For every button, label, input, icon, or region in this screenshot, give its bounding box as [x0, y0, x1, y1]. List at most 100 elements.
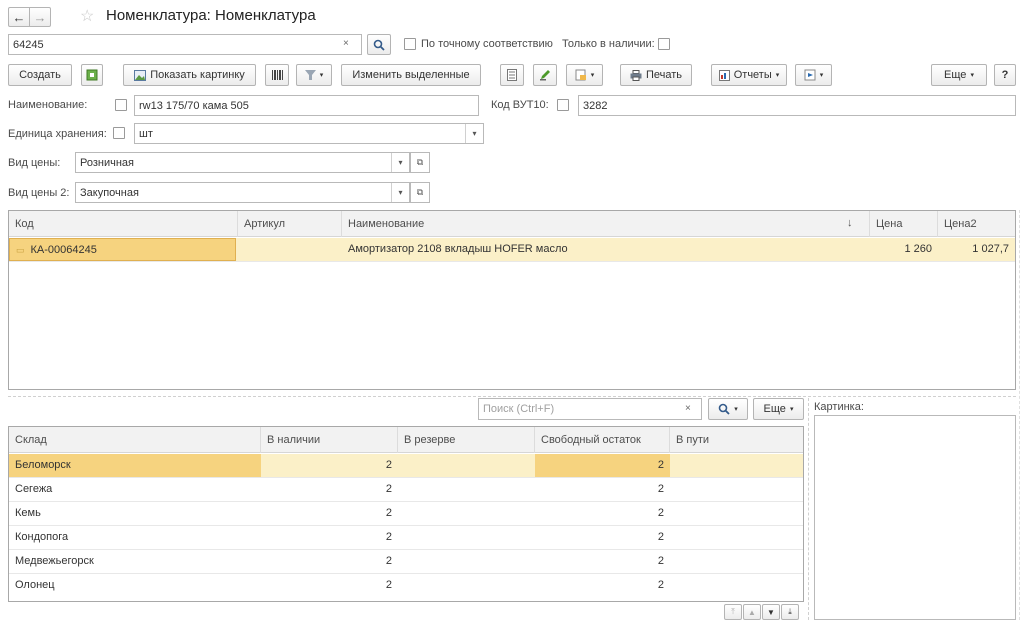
table-cell-transit[interactable] [670, 574, 803, 597]
table-cell-in-stock[interactable]: 2 [261, 454, 398, 477]
unit-checkbox[interactable] [113, 127, 125, 139]
edit-selected-button[interactable]: Изменить выделенные [341, 64, 481, 86]
column-header-reserved[interactable]: В резерве [398, 427, 535, 453]
unit-dropdown-button[interactable]: ▾ [465, 124, 483, 143]
column-header-article[interactable]: Артикул [238, 211, 342, 237]
table-cell-transit[interactable] [670, 526, 803, 549]
price-type2-dropdown-button[interactable]: ▾ [391, 183, 409, 202]
search-input[interactable]: 64245 [8, 34, 362, 55]
price-type-dropdown-button[interactable]: ▾ [391, 153, 409, 172]
price-type2-open-button[interactable]: ⧉ [410, 182, 430, 203]
table-row[interactable]: Кондопога 2 2 [9, 526, 803, 550]
scroll-down-button[interactable]: ▼ [762, 604, 780, 620]
table-cell-free[interactable]: 2 [535, 502, 670, 525]
table-cell-transit[interactable] [670, 550, 803, 573]
table-cell-in-stock[interactable]: 2 [261, 502, 398, 525]
stock-search-input[interactable]: Поиск (Ctrl+F) [478, 398, 702, 420]
table-row[interactable]: Олонец 2 2 [9, 574, 803, 598]
price-type-open-button[interactable]: ⧉ [410, 152, 430, 173]
table-cell-in-stock[interactable]: 2 [261, 478, 398, 501]
name-field[interactable]: rw13 175/70 кама 505 [134, 95, 479, 116]
column-header-free[interactable]: Свободный остаток [535, 427, 670, 453]
table-cell-warehouse[interactable]: Сегежа [9, 478, 261, 501]
document-button[interactable]: ▾ [566, 64, 603, 86]
clear-stock-search-icon[interactable]: × [685, 403, 691, 414]
vertical-splitter[interactable] [808, 398, 809, 620]
table-row[interactable]: ▭ КА-00064245 Амортизатор 2108 вкладыш HO… [9, 238, 1015, 262]
copy-button[interactable] [81, 64, 103, 86]
more-button[interactable]: Еще ▾ [931, 64, 987, 86]
create-button[interactable]: Создать [8, 64, 72, 86]
table-row[interactable]: Медвежьегорск 2 2 [9, 550, 803, 574]
scroll-first-button[interactable]: ⤒ [724, 604, 742, 620]
items-table[interactable]: Код Артикул Наименование ↓ Цена Цена2 ▭ К… [8, 210, 1016, 390]
table-cell-warehouse[interactable]: Олонец [9, 574, 261, 597]
table-cell-transit[interactable] [670, 502, 803, 525]
table-cell-warehouse[interactable]: Кондопога [9, 526, 261, 549]
table-row[interactable]: Сегежа 2 2 [9, 478, 803, 502]
print-button[interactable]: Печать [620, 64, 692, 86]
table-cell-warehouse[interactable]: Медвежьегорск [9, 550, 261, 573]
stock-search-button[interactable]: ▾ [708, 398, 748, 420]
panel-splitter[interactable] [8, 396, 1016, 397]
forward-button[interactable]: → [29, 7, 51, 27]
image-area[interactable] [814, 415, 1016, 620]
table-cell-code[interactable]: ▭ КА-00064245 [9, 238, 236, 261]
table-cell-price[interactable]: 1 260 [870, 238, 938, 261]
column-header-price[interactable]: Цена [870, 211, 938, 237]
unit-field[interactable]: шт [134, 123, 484, 144]
show-image-button[interactable]: Показать картинку [123, 64, 256, 86]
table-cell-in-stock[interactable]: 2 [261, 526, 398, 549]
table-cell-free[interactable]: 2 [535, 526, 670, 549]
table-cell-free[interactable]: 2 [535, 550, 670, 573]
column-header-name[interactable]: Наименование [342, 211, 870, 237]
table-cell-reserved[interactable] [398, 550, 535, 573]
table-cell-reserved[interactable] [398, 454, 535, 477]
table-cell-transit[interactable] [670, 454, 803, 477]
column-header-price2[interactable]: Цена2 [938, 211, 1015, 237]
table-cell-in-stock[interactable]: 2 [261, 550, 398, 573]
table-cell-article[interactable] [238, 238, 342, 261]
name-checkbox[interactable] [115, 99, 127, 111]
price-type-field[interactable]: Розничная [75, 152, 410, 173]
list-button[interactable] [500, 64, 524, 86]
column-header-code[interactable]: Код [9, 211, 238, 237]
table-cell-transit[interactable] [670, 478, 803, 501]
code-checkbox[interactable] [557, 99, 569, 111]
star-icon[interactable]: ☆ [80, 6, 94, 26]
table-cell-free[interactable]: 2 [535, 454, 670, 477]
table-cell-free[interactable]: 2 [535, 574, 670, 597]
table-cell-reserved[interactable] [398, 574, 535, 597]
table-cell-warehouse[interactable]: Кемь [9, 502, 261, 525]
column-header-transit[interactable]: В пути [670, 427, 803, 453]
column-header-warehouse[interactable]: Склад [9, 427, 261, 453]
code-field[interactable]: 3282 [578, 95, 1016, 116]
table-row[interactable]: Кемь 2 2 [9, 502, 803, 526]
help-button[interactable]: ? [994, 64, 1016, 86]
stock-more-button[interactable]: Еще ▾ [753, 398, 804, 420]
scroll-up-button[interactable]: ▲ [743, 604, 761, 620]
table-row[interactable]: Беломорск 2 2 [9, 454, 803, 478]
scroll-last-button[interactable]: ⤓ [781, 604, 799, 620]
reports-button[interactable]: Отчеты ▾ [711, 64, 787, 86]
table-cell-in-stock[interactable]: 2 [261, 574, 398, 597]
filter-button[interactable]: ▾ [296, 64, 332, 86]
stock-table[interactable]: Склад В наличии В резерве Свободный оста… [8, 426, 804, 602]
edit-pen-button[interactable] [533, 64, 557, 86]
table-cell-name[interactable]: Амортизатор 2108 вкладыш HOFER масло [342, 238, 870, 261]
back-button[interactable]: ← [8, 7, 30, 27]
column-header-in-stock[interactable]: В наличии [261, 427, 398, 453]
export-button[interactable]: ▾ [795, 64, 832, 86]
barcode-button[interactable] [265, 64, 289, 86]
in-stock-checkbox[interactable] [658, 38, 670, 50]
table-cell-reserved[interactable] [398, 478, 535, 501]
table-cell-free[interactable]: 2 [535, 478, 670, 501]
exact-match-checkbox[interactable] [404, 38, 416, 50]
table-cell-reserved[interactable] [398, 526, 535, 549]
clear-search-icon[interactable]: × [343, 38, 349, 49]
table-cell-reserved[interactable] [398, 502, 535, 525]
price-type2-field[interactable]: Закупочная [75, 182, 410, 203]
table-cell-price2[interactable]: 1 027,7 [938, 238, 1015, 261]
table-cell-warehouse[interactable]: Беломорск [9, 454, 261, 477]
search-button[interactable] [367, 34, 391, 55]
